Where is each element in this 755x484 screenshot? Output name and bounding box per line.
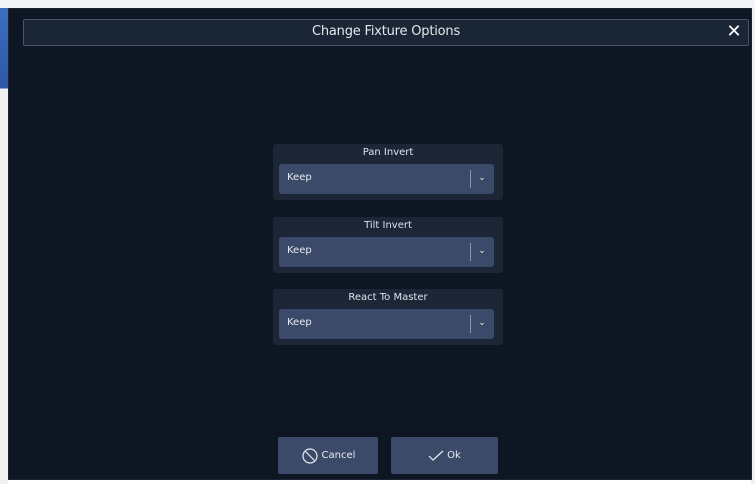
- select-divider: [470, 243, 471, 261]
- dialog-title: Change Fixture Options: [311, 24, 461, 39]
- close-icon[interactable]: ✕: [724, 21, 744, 43]
- chevron-down-icon[interactable]: ⌄: [477, 317, 487, 329]
- cancel-circle-icon: [301, 447, 319, 465]
- option-label-pan-invert: Pan Invert: [362, 147, 414, 158]
- checkmark-icon: [428, 450, 444, 462]
- option-group-tilt-invert: Tilt Invert Keep ⌄: [273, 217, 503, 273]
- option-label-react-to-master: React To Master: [348, 292, 428, 303]
- tilt-invert-value: Keep: [287, 245, 312, 256]
- option-label-tilt-invert: Tilt Invert: [364, 220, 412, 231]
- dialog-title-bar: Change Fixture Options ✕: [23, 19, 749, 46]
- backdrop-top: [0, 0, 755, 8]
- pan-invert-select[interactable]: Keep ⌄: [279, 164, 494, 194]
- react-to-master-select[interactable]: Keep ⌄: [279, 309, 494, 339]
- option-group-react-to-master: React To Master Keep ⌄: [273, 289, 503, 345]
- change-fixture-options-dialog: Change Fixture Options ✕ Pan Invert Keep…: [8, 8, 752, 480]
- select-divider: [470, 170, 471, 188]
- ok-button-content: Ok: [391, 437, 498, 474]
- cancel-button[interactable]: Cancel: [278, 437, 378, 474]
- backdrop-left: [0, 8, 8, 484]
- cancel-button-content: Cancel: [278, 437, 378, 474]
- react-to-master-value: Keep: [287, 317, 312, 328]
- pan-invert-value: Keep: [287, 172, 312, 183]
- chevron-down-icon[interactable]: ⌄: [477, 172, 487, 184]
- ok-button[interactable]: Ok: [391, 437, 498, 474]
- option-group-pan-invert: Pan Invert Keep ⌄: [273, 144, 503, 200]
- cancel-button-label: Cancel: [321, 450, 356, 461]
- chevron-down-icon[interactable]: ⌄: [477, 245, 487, 257]
- tilt-invert-select[interactable]: Keep ⌄: [279, 237, 494, 267]
- ok-button-label: Ok: [447, 450, 461, 461]
- select-divider: [470, 315, 471, 333]
